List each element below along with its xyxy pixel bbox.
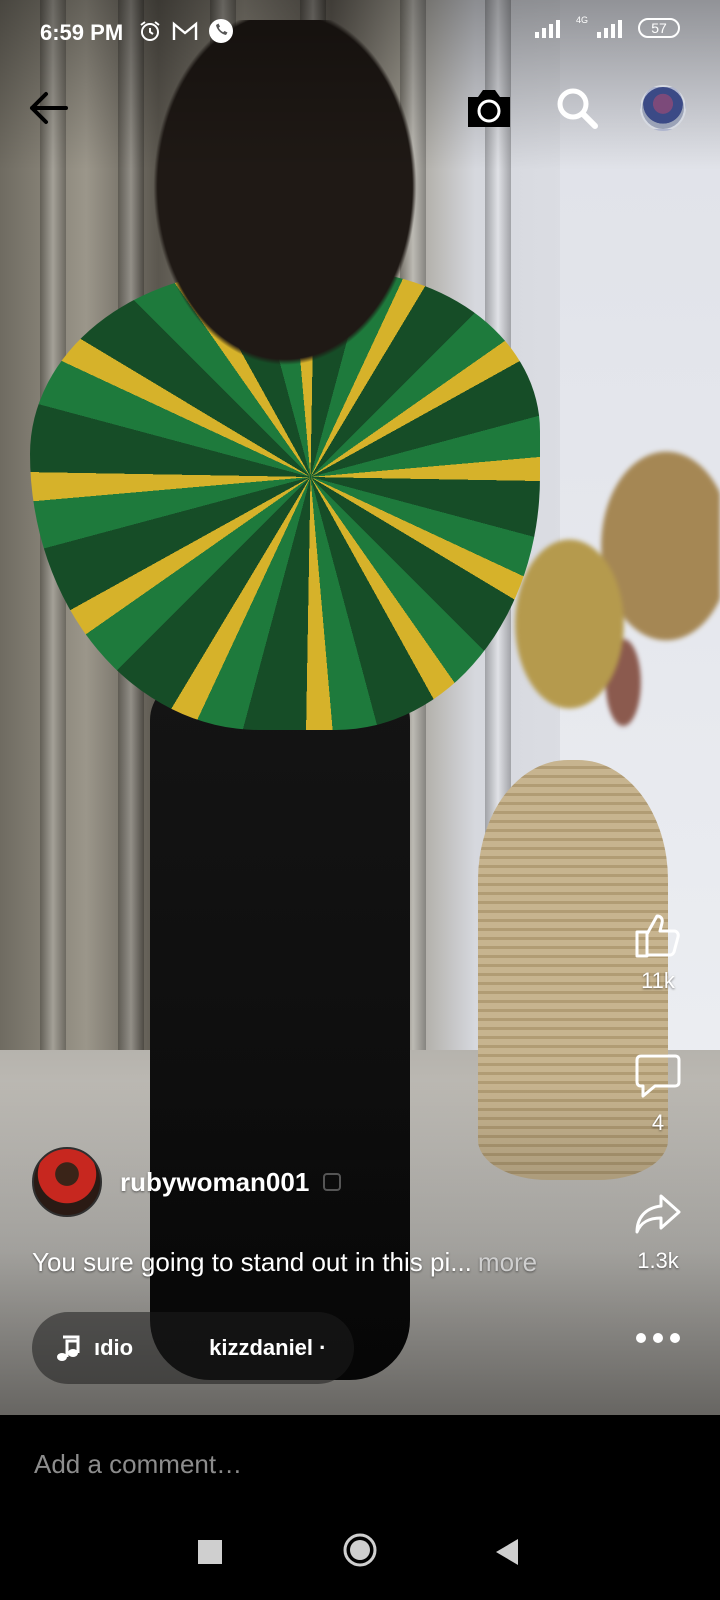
search-icon[interactable] [550,81,604,135]
camera-icon[interactable] [462,81,516,135]
signal-icon [534,20,560,38]
system-nav-bar [0,1515,720,1600]
system-icons: 4G 57 [534,15,680,38]
caption-text: You sure going to stand out in this pi..… [32,1247,472,1277]
comment-count: 4 [651,1110,665,1135]
comment-button[interactable]: 4 [620,1052,696,1136]
share-button[interactable]: 1.3k [620,1190,696,1274]
signal-icon-secondary [597,20,622,38]
thumbs-up-icon [635,914,680,958]
audio-title: ıdio [94,1335,134,1360]
comment-input[interactable] [32,1443,676,1485]
home-button[interactable] [342,1532,378,1568]
notification-icons [138,18,234,44]
status-time: 6:59 PM [40,20,124,45]
recents-button[interactable] [198,1540,222,1564]
share-count: 1.3k [637,1248,679,1273]
author-avatar[interactable] [32,1147,102,1217]
top-bar [0,75,720,139]
battery-indicator: 57 [638,18,680,38]
comment-bubble-icon [635,1054,681,1098]
share-arrow-icon [635,1194,681,1234]
audio-artist: kizzdaniel · [209,1335,327,1360]
author-name[interactable]: rubywoman001 [120,1167,309,1198]
profile-avatar[interactable] [640,85,686,131]
alarm-icon [140,21,160,41]
gmail-icon [172,21,198,40]
phone-call-icon [209,19,233,43]
music-note-icon [57,1335,80,1361]
more-options-button[interactable] [620,1330,696,1346]
nav-back-button[interactable] [494,1537,520,1567]
caption-more-link[interactable]: more [478,1247,537,1277]
instagram-icon [323,1173,342,1191]
like-button[interactable]: 11k [620,910,696,994]
more-dots-icon [636,1333,680,1343]
network-type-label: 4G [575,15,588,25]
audio-pill[interactable]: ıdio kizzdaniel · [32,1312,354,1384]
caption[interactable]: You sure going to stand out in this pi..… [32,1247,537,1278]
author-row[interactable]: rubywoman001 [32,1147,342,1217]
comment-bar [0,1415,720,1515]
back-arrow-icon[interactable] [22,83,72,133]
status-bar: 6:59 PM 4G 57 [0,0,720,64]
like-count: 11k [641,968,675,993]
